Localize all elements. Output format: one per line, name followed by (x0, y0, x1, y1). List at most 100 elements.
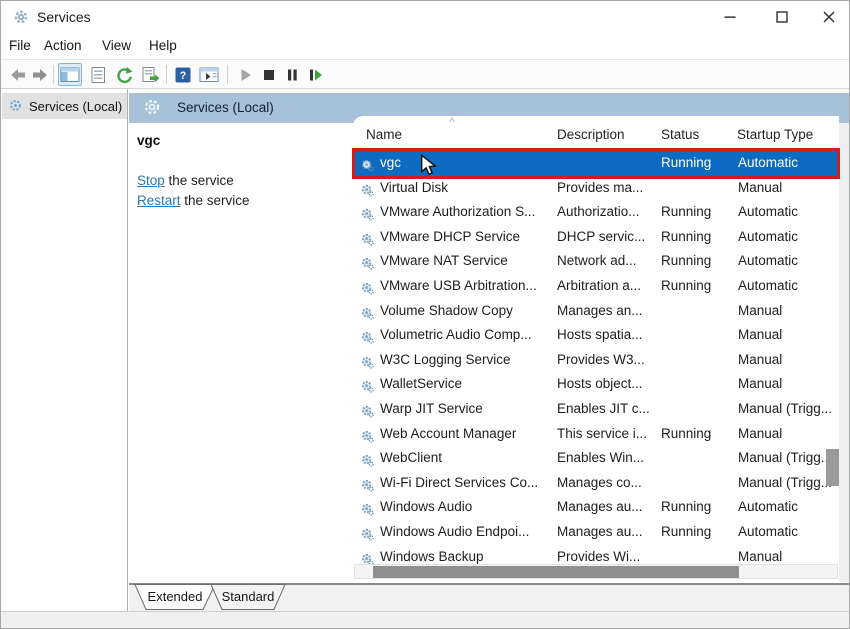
service-description: Network ad... (557, 253, 637, 269)
pause-service-button[interactable] (280, 63, 304, 86)
table-row[interactable]: Volume Shadow Copy Manages an... Manual (353, 299, 839, 324)
service-rows: vgc Running Automatic Virtual Disk Provi… (353, 151, 839, 569)
column-header-name[interactable]: Name (366, 124, 402, 146)
maximize-button[interactable] (759, 1, 804, 33)
service-name: Web Account Manager (380, 425, 517, 441)
show-console-tree-button[interactable] (58, 63, 82, 86)
table-row[interactable]: Web Account Manager This service i... Ru… (353, 422, 839, 447)
console-tree-panel: Services (Local) (1, 89, 128, 611)
sidebar-item-services-local[interactable]: Services (Local) (2, 93, 127, 119)
table-row[interactable]: WebClient Enables Win... Manual (Trigg..… (353, 446, 839, 471)
service-name: Volumetric Audio Comp... (380, 327, 532, 343)
service-description: This service i... (557, 425, 648, 441)
menu-file[interactable]: File (9, 33, 31, 60)
horizontal-scrollbar-thumb[interactable] (373, 566, 739, 578)
column-header-status[interactable]: Status (661, 124, 699, 146)
table-row[interactable]: W3C Logging Service Provides W3... Manua… (353, 348, 839, 373)
services-gear-icon (10, 100, 21, 111)
service-name: VMware NAT Service (380, 253, 508, 269)
service-status: Running (661, 204, 712, 220)
services-header-gear-icon (143, 98, 163, 123)
toolbar-separator (227, 65, 228, 84)
restart-service-suffix: the service (180, 193, 250, 208)
show-action-pane-button[interactable] (197, 63, 221, 86)
tab-extended[interactable]: Extended (133, 584, 217, 611)
service-name: W3C Logging Service (380, 351, 511, 367)
close-button[interactable] (807, 1, 849, 33)
service-description: Arbitration a... (557, 277, 642, 293)
vertical-scrollbar-thumb[interactable] (826, 449, 839, 486)
export-list-button[interactable] (138, 63, 162, 86)
table-row[interactable]: Windows Audio Manages au... Running Auto… (353, 495, 839, 520)
service-name: VMware USB Arbitration... (380, 277, 537, 293)
minimize-icon (724, 16, 735, 18)
table-row[interactable]: vgc Running Automatic (353, 151, 839, 176)
stop-service-link[interactable]: Stop (137, 173, 165, 188)
restart-service-button[interactable] (303, 63, 327, 86)
service-description: DHCP servic... (557, 228, 646, 244)
table-row[interactable]: Virtual Disk Provides ma... Manual (353, 176, 839, 201)
service-status: Running (661, 277, 712, 293)
table-row[interactable]: Warp JIT Service Enables JIT c... Manual… (353, 397, 839, 422)
help-button[interactable]: ? (171, 63, 195, 86)
service-startup-type: Manual (Trigg... (738, 450, 833, 466)
service-status (661, 348, 735, 373)
service-startup-type: Manual (Trigg... (738, 474, 833, 490)
service-status (661, 471, 735, 496)
menu-view[interactable]: View (102, 33, 131, 60)
service-startup-type: Automatic (738, 204, 799, 220)
menu-help[interactable]: Help (149, 33, 177, 60)
service-description: Manages an... (557, 302, 643, 318)
show-console-tree-icon (60, 67, 80, 82)
start-service-icon (241, 68, 251, 81)
stop-service-button[interactable] (257, 63, 281, 86)
tab-standard[interactable]: Standard (209, 584, 287, 611)
service-status: Running (661, 499, 712, 515)
table-row[interactable]: VMware NAT Service Network ad... Running… (353, 249, 839, 274)
selected-service-name: vgc (137, 133, 161, 148)
service-startup-type: Manual (738, 376, 783, 392)
back-button[interactable] (6, 63, 30, 86)
table-row[interactable]: Windows Audio Endpoi... Manages au... Ru… (353, 520, 839, 545)
window-title: Services (37, 9, 91, 25)
table-row[interactable]: VMware USB Arbitration... Arbitration a.… (353, 274, 839, 299)
table-row[interactable]: Volumetric Audio Comp... Hosts spatia...… (353, 323, 839, 348)
refresh-button[interactable] (112, 63, 136, 86)
table-row[interactable]: Wi-Fi Direct Services Co... Manages co..… (353, 471, 839, 496)
service-status: Running (661, 155, 712, 170)
column-header-startup-type[interactable]: Startup Type (737, 124, 813, 146)
menu-action[interactable]: Action (44, 33, 82, 60)
svg-text:?: ? (180, 70, 187, 82)
service-status: Running (661, 523, 712, 539)
forward-button[interactable] (28, 63, 52, 86)
status-bar (1, 611, 849, 628)
help-icon: ? (175, 67, 191, 82)
table-row[interactable]: WalletService Hosts object... Manual (353, 372, 839, 397)
toolbar-separator (53, 65, 54, 84)
service-description: Enables JIT c... (557, 400, 650, 416)
properties-icon (91, 66, 105, 83)
service-description: Enables Win... (557, 450, 645, 466)
service-startup-type: Automatic (738, 499, 799, 515)
restart-service-task: Restart the service (137, 191, 250, 211)
service-status (661, 372, 735, 397)
start-service-button[interactable] (233, 63, 257, 86)
sidebar-item-label: Services (Local) (29, 98, 123, 114)
service-name: Virtual Disk (380, 179, 449, 195)
sort-ascending-icon: ^ (449, 116, 455, 129)
service-name: Volume Shadow Copy (380, 302, 513, 318)
service-startup-type: Manual (Trigg... (738, 400, 833, 416)
service-status (661, 323, 735, 348)
service-name: Windows Audio (380, 499, 473, 515)
restart-service-link[interactable]: Restart (137, 193, 181, 208)
properties-button[interactable] (86, 63, 110, 86)
column-header-description[interactable]: Description (557, 124, 625, 146)
menu-bar: File Action View Help (1, 33, 849, 60)
toolbar: ? (1, 60, 849, 89)
service-status (661, 176, 735, 201)
title-bar: Services (1, 1, 849, 33)
table-row[interactable]: VMware Authorization S... Authorizatio..… (353, 200, 839, 225)
table-row[interactable]: VMware DHCP Service DHCP servic... Runni… (353, 225, 839, 250)
service-status: Running (661, 253, 712, 269)
minimize-button[interactable] (707, 1, 752, 33)
